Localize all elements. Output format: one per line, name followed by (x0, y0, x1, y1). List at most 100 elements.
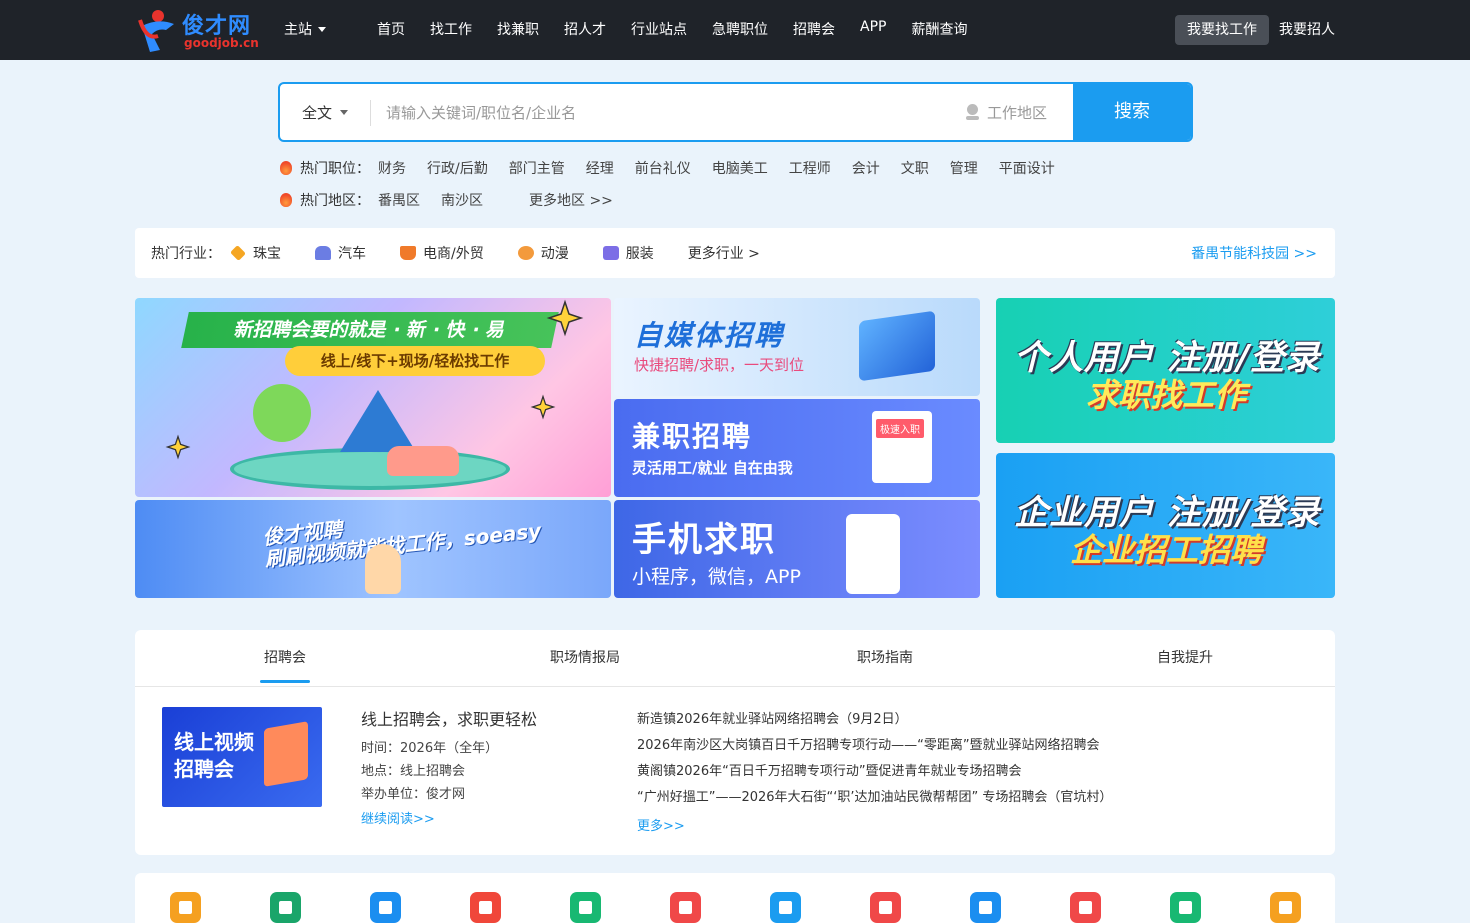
divider (370, 100, 371, 126)
trophy-icon[interactable] (1070, 892, 1101, 923)
location-label: 工作地区 (987, 104, 1048, 122)
hot-areas-label: 热门地区： (300, 193, 370, 209)
personal-login-banner[interactable]: 个人用户 注册/登录 求职找工作 (996, 298, 1335, 443)
table-icon[interactable] (570, 892, 601, 923)
banner-video-hiring[interactable]: 俊才视聘 刷刷视频就能找工作，soeasy (135, 500, 611, 598)
thumbnail-text: 线上视频招聘会 (174, 730, 254, 781)
character-illustration (365, 544, 401, 594)
hot-job-link[interactable]: 部门主管 (509, 161, 565, 177)
bus-icon[interactable] (970, 892, 1001, 923)
building-icon[interactable] (1270, 892, 1301, 923)
nav-home[interactable]: 首页 (377, 19, 405, 39)
tab-bar: 招聘会 职场情报局 职场指南 自我提升 (135, 630, 1335, 687)
nav-urgent-jobs[interactable]: 急聘职位 (712, 19, 768, 39)
fair-time: 时间：2026年（全年） (361, 741, 499, 756)
phone-illustration (846, 514, 900, 594)
hot-job-link[interactable]: 经理 (586, 161, 614, 177)
banner-job-fair[interactable]: 新招聘会要的就是 · 新 · 快 · 易 线上/线下+现场/轻松找工作 (135, 298, 611, 497)
more-industries-link[interactable]: 更多行业 > (688, 243, 760, 263)
hot-job-link[interactable]: 管理 (950, 161, 978, 177)
house-icon[interactable] (370, 892, 401, 923)
banner-mobile-jobs[interactable]: 手机求职 小程序，微信，APP (614, 500, 980, 598)
hot-areas-list: 番禺区 南沙区 更多地区 >> (378, 190, 634, 210)
industry-apparel[interactable]: 服装 (602, 243, 654, 263)
hot-areas: 热门地区： 番禺区 南沙区 更多地区 >> (280, 190, 634, 210)
sparkle-icon (165, 434, 191, 460)
banner-subtitle: 求职找工作 (1086, 376, 1247, 414)
industry-auto[interactable]: 汽车 (315, 243, 366, 263)
nav-industry-sites[interactable]: 行业站点 (631, 19, 687, 39)
tech-park-link[interactable]: 番禺节能科技园 >> (1191, 243, 1317, 263)
company-login-banner[interactable]: 企业用户 注册/登录 企业招工招聘 (996, 453, 1335, 598)
search-button[interactable]: 搜索 (1073, 84, 1191, 140)
anime-icon (517, 246, 534, 260)
location-select[interactable]: 工作地区 (966, 102, 1047, 123)
hot-area-link[interactable]: 番禺区 (378, 193, 420, 209)
umbrella-icon[interactable] (270, 892, 301, 923)
logo[interactable]: 俊才网 goodjob.cn (136, 6, 266, 54)
hot-job-link[interactable]: 文职 (901, 161, 929, 177)
banner-subtitle: 小程序，微信，APP (632, 566, 801, 588)
news-item[interactable]: 2026年南沙区大岗镇百日千万招聘专项行动——“零距离”暨就业驿站网络招聘会 (637, 734, 1100, 753)
banner-subtitle: 企业招工招聘 (1070, 531, 1263, 569)
hot-job-link[interactable]: 会计 (852, 161, 880, 177)
hot-job-link[interactable]: 财务 (378, 161, 406, 177)
main-nav: 首页 找工作 找兼职 招人才 行业站点 急聘职位 招聘会 APP 薪酬查询 (377, 19, 992, 39)
banner-title: 俊才视聘 刷刷视频就能找工作，soeasy (261, 500, 542, 571)
hot-job-link[interactable]: 前台礼仪 (635, 161, 691, 177)
industry-ecommerce[interactable]: 电商/外贸 (400, 243, 484, 263)
beach-icon[interactable] (770, 892, 801, 923)
monitor-icon[interactable] (1170, 892, 1201, 923)
find-job-button[interactable]: 我要找工作 (1175, 15, 1269, 45)
hot-job-link[interactable]: 电脑美工 (712, 161, 768, 177)
more-news-link[interactable]: 更多>> (637, 815, 685, 834)
nav-salary[interactable]: 薪酬查询 (911, 19, 967, 39)
hot-job-link[interactable]: 行政/后勤 (427, 161, 488, 177)
tab-self-improve[interactable]: 自我提升 (1157, 647, 1213, 667)
banner-subtitle: 灵活用工/就业 自在由我 (632, 459, 793, 477)
fair-title[interactable]: 线上招聘会，求职更轻松 (361, 706, 537, 730)
news-item[interactable]: 新造镇2026年就业驿站网络招聘会（9月2日） (637, 708, 908, 727)
stage-illustration (230, 448, 510, 490)
search-input[interactable]: 请输入关键词/职位名/企业名 (386, 102, 576, 123)
banner-tag: 极速入职 (876, 419, 924, 438)
nav-parttime[interactable]: 找兼职 (497, 19, 539, 39)
news-panel: 招聘会 职场情报局 职场指南 自我提升 线上视频招聘会 线上招聘会，求职更轻松 … (135, 630, 1335, 855)
industry-list: 珠宝 汽车 电商/外贸 动漫 服装 更多行业 > (230, 243, 794, 263)
search-category-select[interactable]: 全文 (302, 102, 349, 123)
station-switcher[interactable]: 主站 (284, 19, 326, 39)
fair-thumbnail[interactable]: 线上视频招聘会 (162, 707, 322, 807)
hire-button[interactable]: 我要招人 (1279, 19, 1335, 39)
industry-jewelry[interactable]: 珠宝 (230, 243, 281, 263)
news-item[interactable]: 黄阁镇2026年“百日千万招聘专项行动”暨促进青年就业专场招聘会 (637, 760, 1022, 779)
nav-app[interactable]: APP (860, 19, 886, 39)
nav-job-fair[interactable]: 招聘会 (793, 19, 835, 39)
chart-icon[interactable] (470, 892, 501, 923)
industry-label: 珠宝 (253, 246, 281, 262)
banner-title: 自媒体招聘 (634, 319, 785, 352)
tree-illustration (253, 384, 311, 442)
hot-job-link[interactable]: 工程师 (789, 161, 831, 177)
industry-label: 电商/外贸 (423, 246, 484, 262)
nav-talent[interactable]: 招人才 (564, 19, 606, 39)
cup-icon[interactable] (870, 892, 901, 923)
wallet-icon[interactable] (670, 892, 701, 923)
industry-label: 动漫 (540, 246, 569, 262)
tab-career-guide[interactable]: 职场指南 (857, 647, 913, 667)
tent-illustration (340, 390, 416, 452)
diamond-icon (230, 245, 246, 261)
sparkle-icon (546, 299, 584, 337)
industry-anime[interactable]: 动漫 (517, 243, 569, 263)
hot-job-link[interactable]: 平面设计 (999, 161, 1055, 177)
food-icon[interactable] (170, 892, 201, 923)
nav-find-job[interactable]: 找工作 (430, 19, 472, 39)
banner-self-media[interactable]: 自媒体招聘 快捷招聘/求职，一天到位 (614, 298, 980, 396)
top-bar: 俊才网 goodjob.cn 主站 首页 找工作 找兼职 招人才 行业站点 急聘… (0, 0, 1470, 60)
news-item[interactable]: “广州好搵工”——2026年大石街“‘职’达加油站民微帮帮团” 专场招聘会（官坑… (637, 786, 1112, 805)
tab-career-intel[interactable]: 职场情报局 (550, 647, 620, 667)
banner-parttime[interactable]: 兼职招聘 灵活用工/就业 自在由我 极速入职 (614, 399, 980, 497)
read-more-link[interactable]: 继续阅读>> (361, 808, 435, 827)
hot-area-link[interactable]: 南沙区 (441, 193, 483, 209)
more-areas-link[interactable]: 更多地区 >> (529, 193, 613, 209)
tab-job-fair[interactable]: 招聘会 (260, 647, 310, 683)
